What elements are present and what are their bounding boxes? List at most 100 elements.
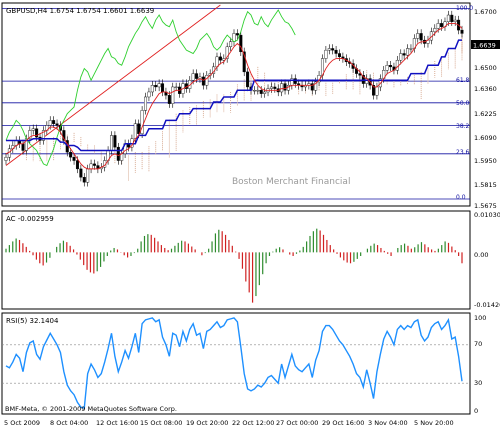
fib-label: 0.0	[456, 194, 466, 201]
candle-body	[218, 56, 222, 61]
x-tick-label: 19 Oct 20:00	[186, 419, 228, 427]
candle-body	[31, 128, 35, 131]
ac-y-axis: 0.010305 0.00 -0.014263	[474, 211, 500, 309]
ac-tick-label: -0.014263	[474, 301, 500, 309]
candle-body	[48, 120, 52, 126]
candle-body	[433, 28, 437, 32]
price-tick-label: 1.5950	[474, 157, 497, 165]
price-title: GBPUSD,H4 1.6754 1.6754 1.6601 1.6639	[6, 7, 154, 15]
x-axis: 5 Oct 2009 8 Oct 04:00 12 Oct 16:00 15 O…	[4, 419, 454, 427]
rsi-tick-label: 30	[474, 379, 482, 387]
candle-body	[161, 83, 165, 93]
fib-label: 100.0	[456, 5, 473, 12]
candle-body	[201, 76, 205, 86]
current-price-label: 1.6639	[473, 42, 496, 50]
candle-body	[235, 33, 239, 36]
candle-body	[337, 53, 341, 58]
candle-body	[453, 19, 457, 22]
rsi-title: RSI(5) 32.1404	[6, 317, 59, 325]
candle-body	[256, 90, 260, 92]
price-tick-label: 1.6700	[474, 8, 497, 16]
ac-tick-label: 0.010305	[474, 211, 500, 219]
candle-body	[293, 78, 297, 84]
rsi-tick-label: 100	[474, 314, 486, 322]
rsi-y-axis: 100 70 30 0	[474, 314, 486, 415]
candle-body	[109, 135, 113, 151]
price-y-axis: 1.6700 1.6500 1.6360 1.6225 1.6090 1.595…	[474, 8, 497, 210]
candle-body	[75, 160, 79, 170]
candle-body	[324, 49, 328, 59]
x-tick-label: 5 Oct 2009	[4, 419, 40, 427]
candle-body	[263, 91, 267, 94]
price-tick-label: 1.6500	[474, 64, 497, 72]
ac-tick-label: 0.00	[474, 251, 488, 259]
candle-body	[395, 59, 399, 71]
copyright-footer: BMF-Meta, © 2001-2009 MetaQuotes Softwar…	[5, 405, 177, 413]
price-tick-label: 1.5815	[474, 181, 497, 189]
candle-body	[21, 143, 25, 151]
candle-body	[133, 123, 137, 139]
x-tick-label: 5 Nov 20:00	[414, 419, 454, 427]
candle-body	[273, 86, 277, 89]
candle-body	[167, 95, 171, 104]
fib-label: 38.2	[456, 123, 470, 130]
fib-label: 50.0	[456, 100, 470, 107]
candle-body	[116, 146, 120, 161]
candle-body	[446, 14, 450, 22]
price-tick-label: 1.5675	[474, 202, 497, 210]
candle-body	[52, 120, 56, 124]
candle-body	[385, 65, 389, 71]
candle-body	[4, 156, 8, 161]
candle-body	[79, 168, 83, 178]
price-tick-label: 1.6090	[474, 134, 497, 142]
candle-body	[436, 23, 440, 29]
candle-body	[229, 41, 233, 48]
fib-label: 61.8	[456, 77, 470, 84]
watermark: Boston Merchant Financial	[232, 177, 350, 187]
rsi-panel-frame	[1, 312, 471, 415]
chart-area: GBPUSD,H4 1.6754 1.6754 1.6601 1.6639 AC…	[1, 2, 500, 427]
candle-body	[174, 86, 178, 88]
candle-body	[205, 75, 209, 86]
candle-body	[120, 153, 124, 161]
price-tick-label: 1.6360	[474, 85, 497, 93]
candle-body	[144, 96, 148, 111]
candle-body	[406, 48, 410, 56]
candle-body	[147, 91, 151, 98]
x-tick-label: 3 Nov 04:00	[368, 419, 408, 427]
candle-body	[419, 33, 423, 41]
fib-label: 23.6	[456, 149, 470, 156]
candle-body	[283, 83, 287, 91]
candle-body	[252, 90, 256, 92]
x-tick-label: 8 Oct 04:00	[50, 419, 88, 427]
candle-body	[399, 53, 403, 61]
candle-body	[269, 86, 273, 89]
x-tick-label: 22 Oct 12:00	[232, 419, 274, 427]
candle-body	[69, 151, 73, 158]
ac-panel-frame	[1, 210, 471, 310]
candle-body	[280, 83, 284, 93]
x-tick-label: 29 Oct 16:00	[322, 419, 364, 427]
candle-body	[157, 83, 161, 88]
candle-body	[334, 49, 338, 54]
x-tick-label: 12 Oct 16:00	[96, 419, 138, 427]
rsi-tick-label: 70	[474, 340, 482, 348]
ac-title: AC -0.002959	[6, 215, 54, 223]
rsi-tick-label: 0	[474, 407, 478, 415]
candle-body	[409, 48, 413, 50]
candle-body	[150, 85, 154, 93]
price-tick-label: 1.6225	[474, 110, 497, 118]
candle-body	[191, 73, 195, 81]
candle-body	[55, 123, 59, 126]
candle-body	[82, 177, 86, 183]
candle-body	[327, 48, 331, 51]
candle-body	[113, 135, 117, 148]
candle-body	[402, 53, 406, 56]
candle-body	[89, 163, 93, 170]
x-tick-label: 27 Oct 00:00	[276, 419, 318, 427]
candle-body	[331, 48, 335, 51]
candle-body	[460, 29, 464, 34]
candle-body	[86, 168, 90, 183]
candle-body	[195, 73, 199, 79]
candle-body	[440, 23, 444, 27]
